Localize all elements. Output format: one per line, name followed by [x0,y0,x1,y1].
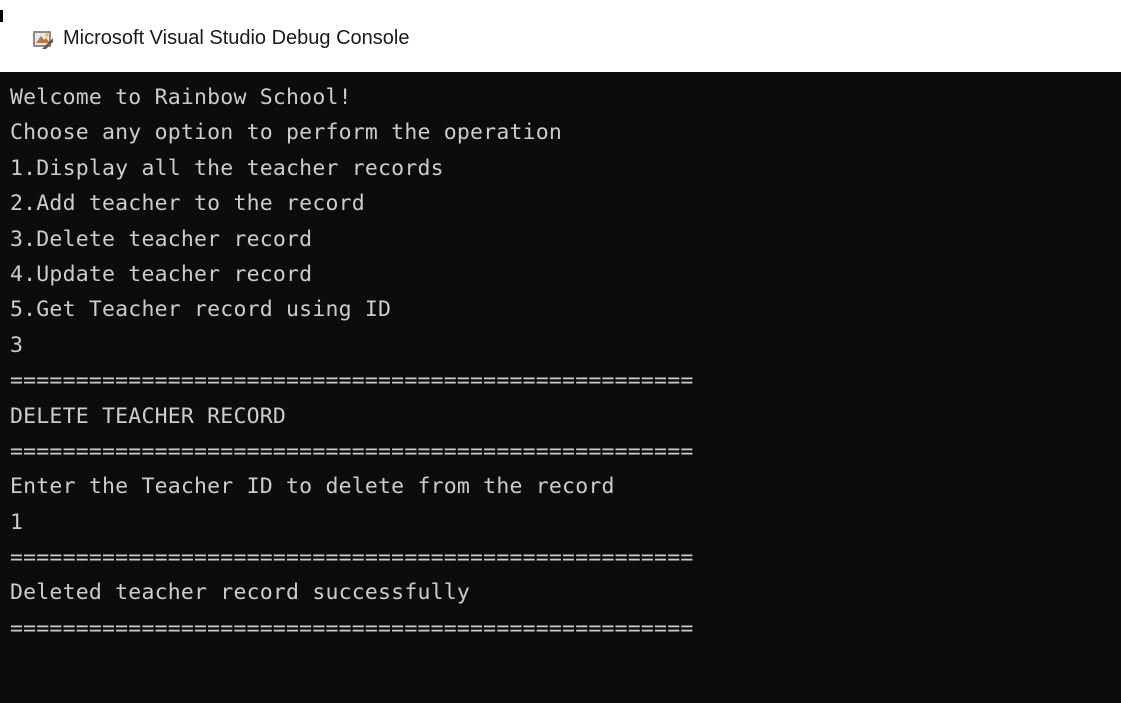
visual-studio-debug-icon [33,31,53,49]
separator-line: ========================================… [10,615,694,641]
console-output[interactable]: Welcome to Rainbow School! Choose any op… [0,72,1121,703]
separator-line: ========================================… [10,438,694,464]
status-message: Deleted teacher record successfully [10,580,471,606]
console-line: 1 [10,509,24,535]
console-line: 4.Update teacher record [10,261,313,287]
console-line: 1.Display all the teacher records [10,155,444,181]
console-line: 2.Add teacher to the record [10,191,365,217]
console-line: Enter the Teacher ID to delete from the … [10,474,615,500]
console-line: Choose any option to perform the operati… [10,120,563,146]
console-line: Welcome to Rainbow School! [10,85,352,110]
window-title: Microsoft Visual Studio Debug Console [63,27,410,49]
console-window: Microsoft Visual Studio Debug Console We… [0,0,1121,703]
section-heading: DELETE TEACHER RECORD [10,403,287,429]
window-edge [0,10,3,22]
separator-line: ========================================… [10,545,694,571]
separator-line: ========================================… [10,368,694,394]
console-line: 3 [10,332,24,358]
console-line: 3.Delete teacher record [10,226,313,252]
title-bar[interactable]: Microsoft Visual Studio Debug Console [0,0,1121,72]
console-line: 5.Get Teacher record using ID [10,297,392,323]
